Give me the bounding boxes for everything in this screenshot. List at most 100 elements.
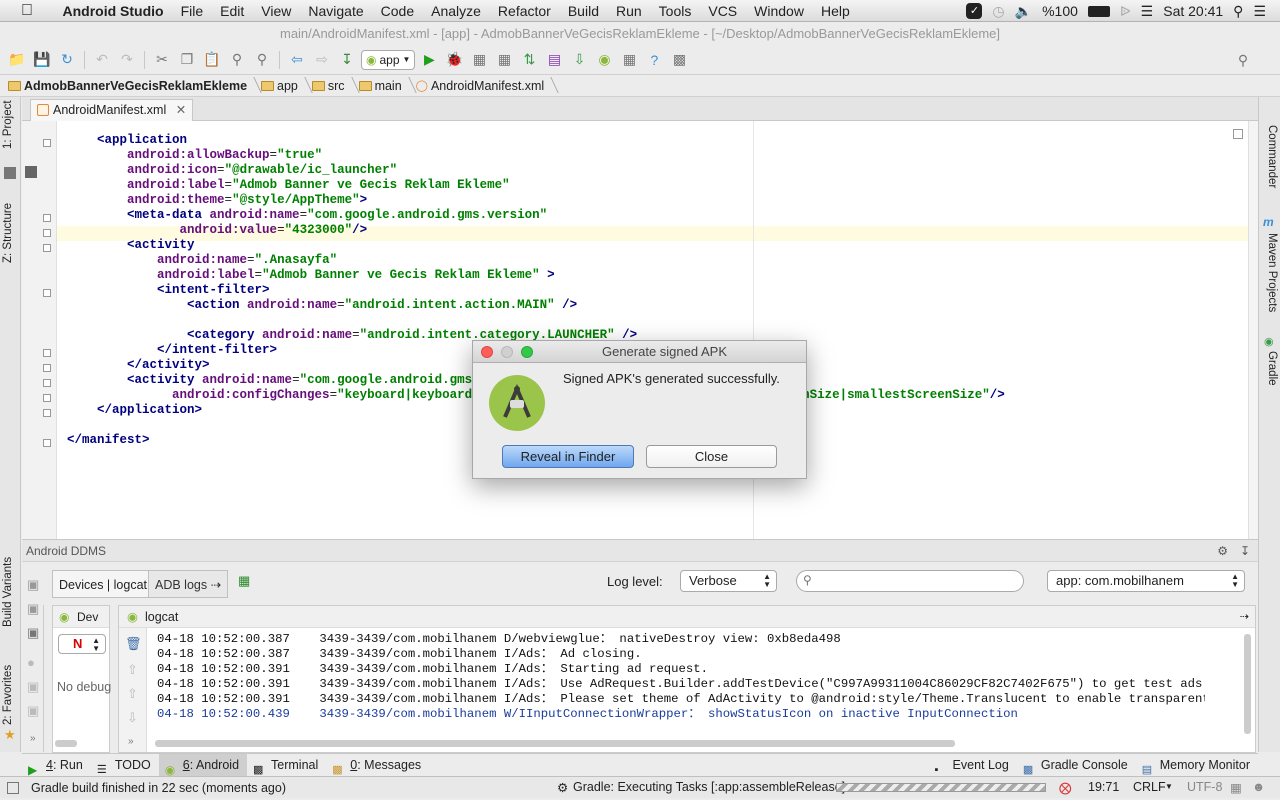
- avd-manager-icon[interactable]: ▤: [543, 49, 565, 71]
- make-project-icon[interactable]: ↧: [336, 49, 358, 71]
- tab-android[interactable]: ◉ 6: Android: [158, 753, 248, 777]
- redo-icon[interactable]: ↷: [116, 49, 138, 71]
- tab-terminal[interactable]: ▩ Terminal: [247, 754, 326, 777]
- cut-icon[interactable]: ✂: [151, 49, 173, 71]
- devices-tab[interactable]: ◉ Dev: [53, 606, 109, 628]
- tab-build-variants[interactable]: Build Variants: [2, 557, 14, 627]
- devices-scrollbar[interactable]: [55, 740, 77, 747]
- global-search-icon[interactable]: ⚲: [1232, 49, 1254, 71]
- log-level-select[interactable]: Verbose ▲ ▼: [680, 570, 777, 592]
- notification-center-icon[interactable]: ☰: [1253, 3, 1266, 20]
- menu-code[interactable]: Code: [372, 3, 422, 19]
- scroll-up-icon[interactable]: ⇧: [127, 686, 138, 702]
- tab-favorites[interactable]: 2: Favorites: [2, 665, 14, 725]
- close-tab-icon[interactable]: ✕: [176, 103, 186, 117]
- menu-refactor[interactable]: Refactor: [489, 3, 559, 19]
- cancel-task-icon[interactable]: ⨂: [1059, 780, 1072, 795]
- fold-icon[interactable]: [43, 214, 51, 222]
- menu-vcs[interactable]: VCS: [700, 3, 746, 19]
- editor-tab-androidmanifest[interactable]: AndroidManifest.xml ✕: [30, 99, 194, 121]
- coverage-icon[interactable]: ▦: [493, 49, 515, 71]
- tab-devices-logcat[interactable]: Devices | logcat: [52, 570, 155, 598]
- menu-file[interactable]: File: [172, 3, 212, 19]
- save-all-icon[interactable]: 💾: [31, 49, 53, 71]
- expand-icon[interactable]: »: [30, 733, 36, 744]
- debug-icon[interactable]: 🐞: [443, 49, 465, 71]
- lock-icon[interactable]: ▦: [1230, 780, 1242, 795]
- fold-icon[interactable]: [43, 289, 51, 297]
- menu-app-name[interactable]: Android Studio: [54, 3, 172, 19]
- tab-gradle-console[interactable]: ▩ Gradle Console: [1017, 754, 1136, 777]
- screenshot-icon[interactable]: ▣: [27, 577, 39, 593]
- run-config-select[interactable]: ◉ app ▼: [361, 49, 416, 70]
- menu-analyze[interactable]: Analyze: [423, 3, 490, 19]
- file-encoding[interactable]: UTF-8: [1187, 780, 1222, 794]
- checkmark-status-icon[interactable]: ✓: [966, 3, 983, 19]
- restart-icon[interactable]: ▦: [238, 573, 250, 589]
- scroll-down-icon[interactable]: ⇩: [127, 710, 138, 726]
- logcat-output[interactable]: 04-18 10:52:00.387 3439-3439/com.mobilha…: [157, 632, 1205, 722]
- close-button[interactable]: Close: [646, 445, 777, 468]
- status-toggle-icon[interactable]: [7, 781, 19, 794]
- undo-icon[interactable]: ↶: [91, 49, 113, 71]
- find-icon[interactable]: ⚲: [226, 49, 248, 71]
- help-icon[interactable]: ?: [643, 49, 665, 71]
- menu-tools[interactable]: Tools: [650, 3, 700, 19]
- tab-messages[interactable]: ▩ 0: Messages: [326, 754, 429, 777]
- menu-help[interactable]: Help: [812, 3, 858, 19]
- bluetooth-icon[interactable]: ᐉ: [1120, 3, 1131, 20]
- wifi-icon[interactable]: ☰: [1141, 3, 1154, 20]
- project-structure-icon[interactable]: ▦: [618, 49, 640, 71]
- breadcrumb-src[interactable]: src: [311, 79, 359, 93]
- clock[interactable]: Sat 20:41: [1163, 3, 1223, 19]
- attach-debugger-icon[interactable]: ▦: [468, 49, 490, 71]
- tab-gradle[interactable]: Gradle: [1266, 351, 1278, 386]
- menu-build[interactable]: Build: [559, 3, 607, 19]
- hide-panel-icon[interactable]: ↧: [1240, 540, 1250, 562]
- capture-icon[interactable]: ▣: [27, 625, 39, 641]
- fold-icon[interactable]: [43, 394, 51, 402]
- spotlight-icon[interactable]: ⚲: [1233, 3, 1243, 20]
- logcat-vscrollbar[interactable]: [1244, 634, 1251, 734]
- menu-run[interactable]: Run: [607, 3, 650, 19]
- tab-memory-monitor[interactable]: ▤ Memory Monitor: [1136, 754, 1258, 777]
- tab-todo[interactable]: ☰ TODO: [91, 754, 159, 777]
- hector-icon[interactable]: ☻: [1252, 780, 1265, 794]
- status-task[interactable]: Gradle: Executing Tasks [:app:assembleRe…: [573, 780, 845, 794]
- clear-log-trash-icon[interactable]: 🗑: [125, 636, 142, 652]
- breadcrumb-app[interactable]: app: [261, 79, 312, 93]
- breadcrumb-project[interactable]: AdmobBannerVeGecisReklamEkleme: [8, 79, 261, 93]
- expand-icon[interactable]: »: [128, 736, 134, 747]
- apple-menu-icon[interactable]: : [0, 2, 54, 20]
- logcat-hscrollbar[interactable]: [155, 740, 955, 747]
- fold-icon[interactable]: [43, 349, 51, 357]
- tab-maven-projects[interactable]: Maven Projects: [1266, 233, 1278, 312]
- pin-arrow-icon[interactable]: ⇢: [1240, 606, 1249, 628]
- time-machine-icon[interactable]: ◷: [992, 3, 1004, 20]
- back-icon[interactable]: ⇦: [286, 49, 308, 71]
- tab-commander[interactable]: Commander: [1266, 125, 1278, 188]
- menu-window[interactable]: Window: [746, 3, 813, 19]
- volume-icon[interactable]: 🔈: [1015, 3, 1032, 20]
- logcat-search-input[interactable]: ⚲: [796, 570, 1024, 592]
- fold-icon[interactable]: [43, 409, 51, 417]
- forward-icon[interactable]: ⇨: [311, 49, 333, 71]
- ddms-icon[interactable]: ▩: [668, 49, 690, 71]
- cursor-position[interactable]: 19:71: [1088, 780, 1119, 794]
- breadcrumb-file[interactable]: ◯ AndroidManifest.xml: [416, 79, 559, 93]
- copy-icon[interactable]: ❐: [176, 49, 198, 71]
- sync-gradle-icon[interactable]: ⇅: [518, 49, 540, 71]
- stop-icon[interactable]: ●: [27, 655, 35, 670]
- editor-scrollbar[interactable]: [1233, 121, 1258, 539]
- line-separator[interactable]: CRLF: [1133, 780, 1166, 794]
- menu-edit[interactable]: Edit: [212, 3, 253, 19]
- fold-icon[interactable]: [43, 229, 51, 237]
- paste-icon[interactable]: 📋: [201, 49, 223, 71]
- menu-view[interactable]: View: [253, 3, 300, 19]
- app-filter-select[interactable]: app: com.mobilhanem ▲ ▼: [1047, 570, 1245, 592]
- battery-icon[interactable]: [1087, 5, 1110, 17]
- tab-project[interactable]: 1: Project: [2, 100, 14, 149]
- dump-view-icon[interactable]: ▣: [27, 601, 39, 617]
- layout-icon[interactable]: ▣: [27, 703, 39, 719]
- tab-run[interactable]: ▶ 4: Run: [22, 754, 91, 777]
